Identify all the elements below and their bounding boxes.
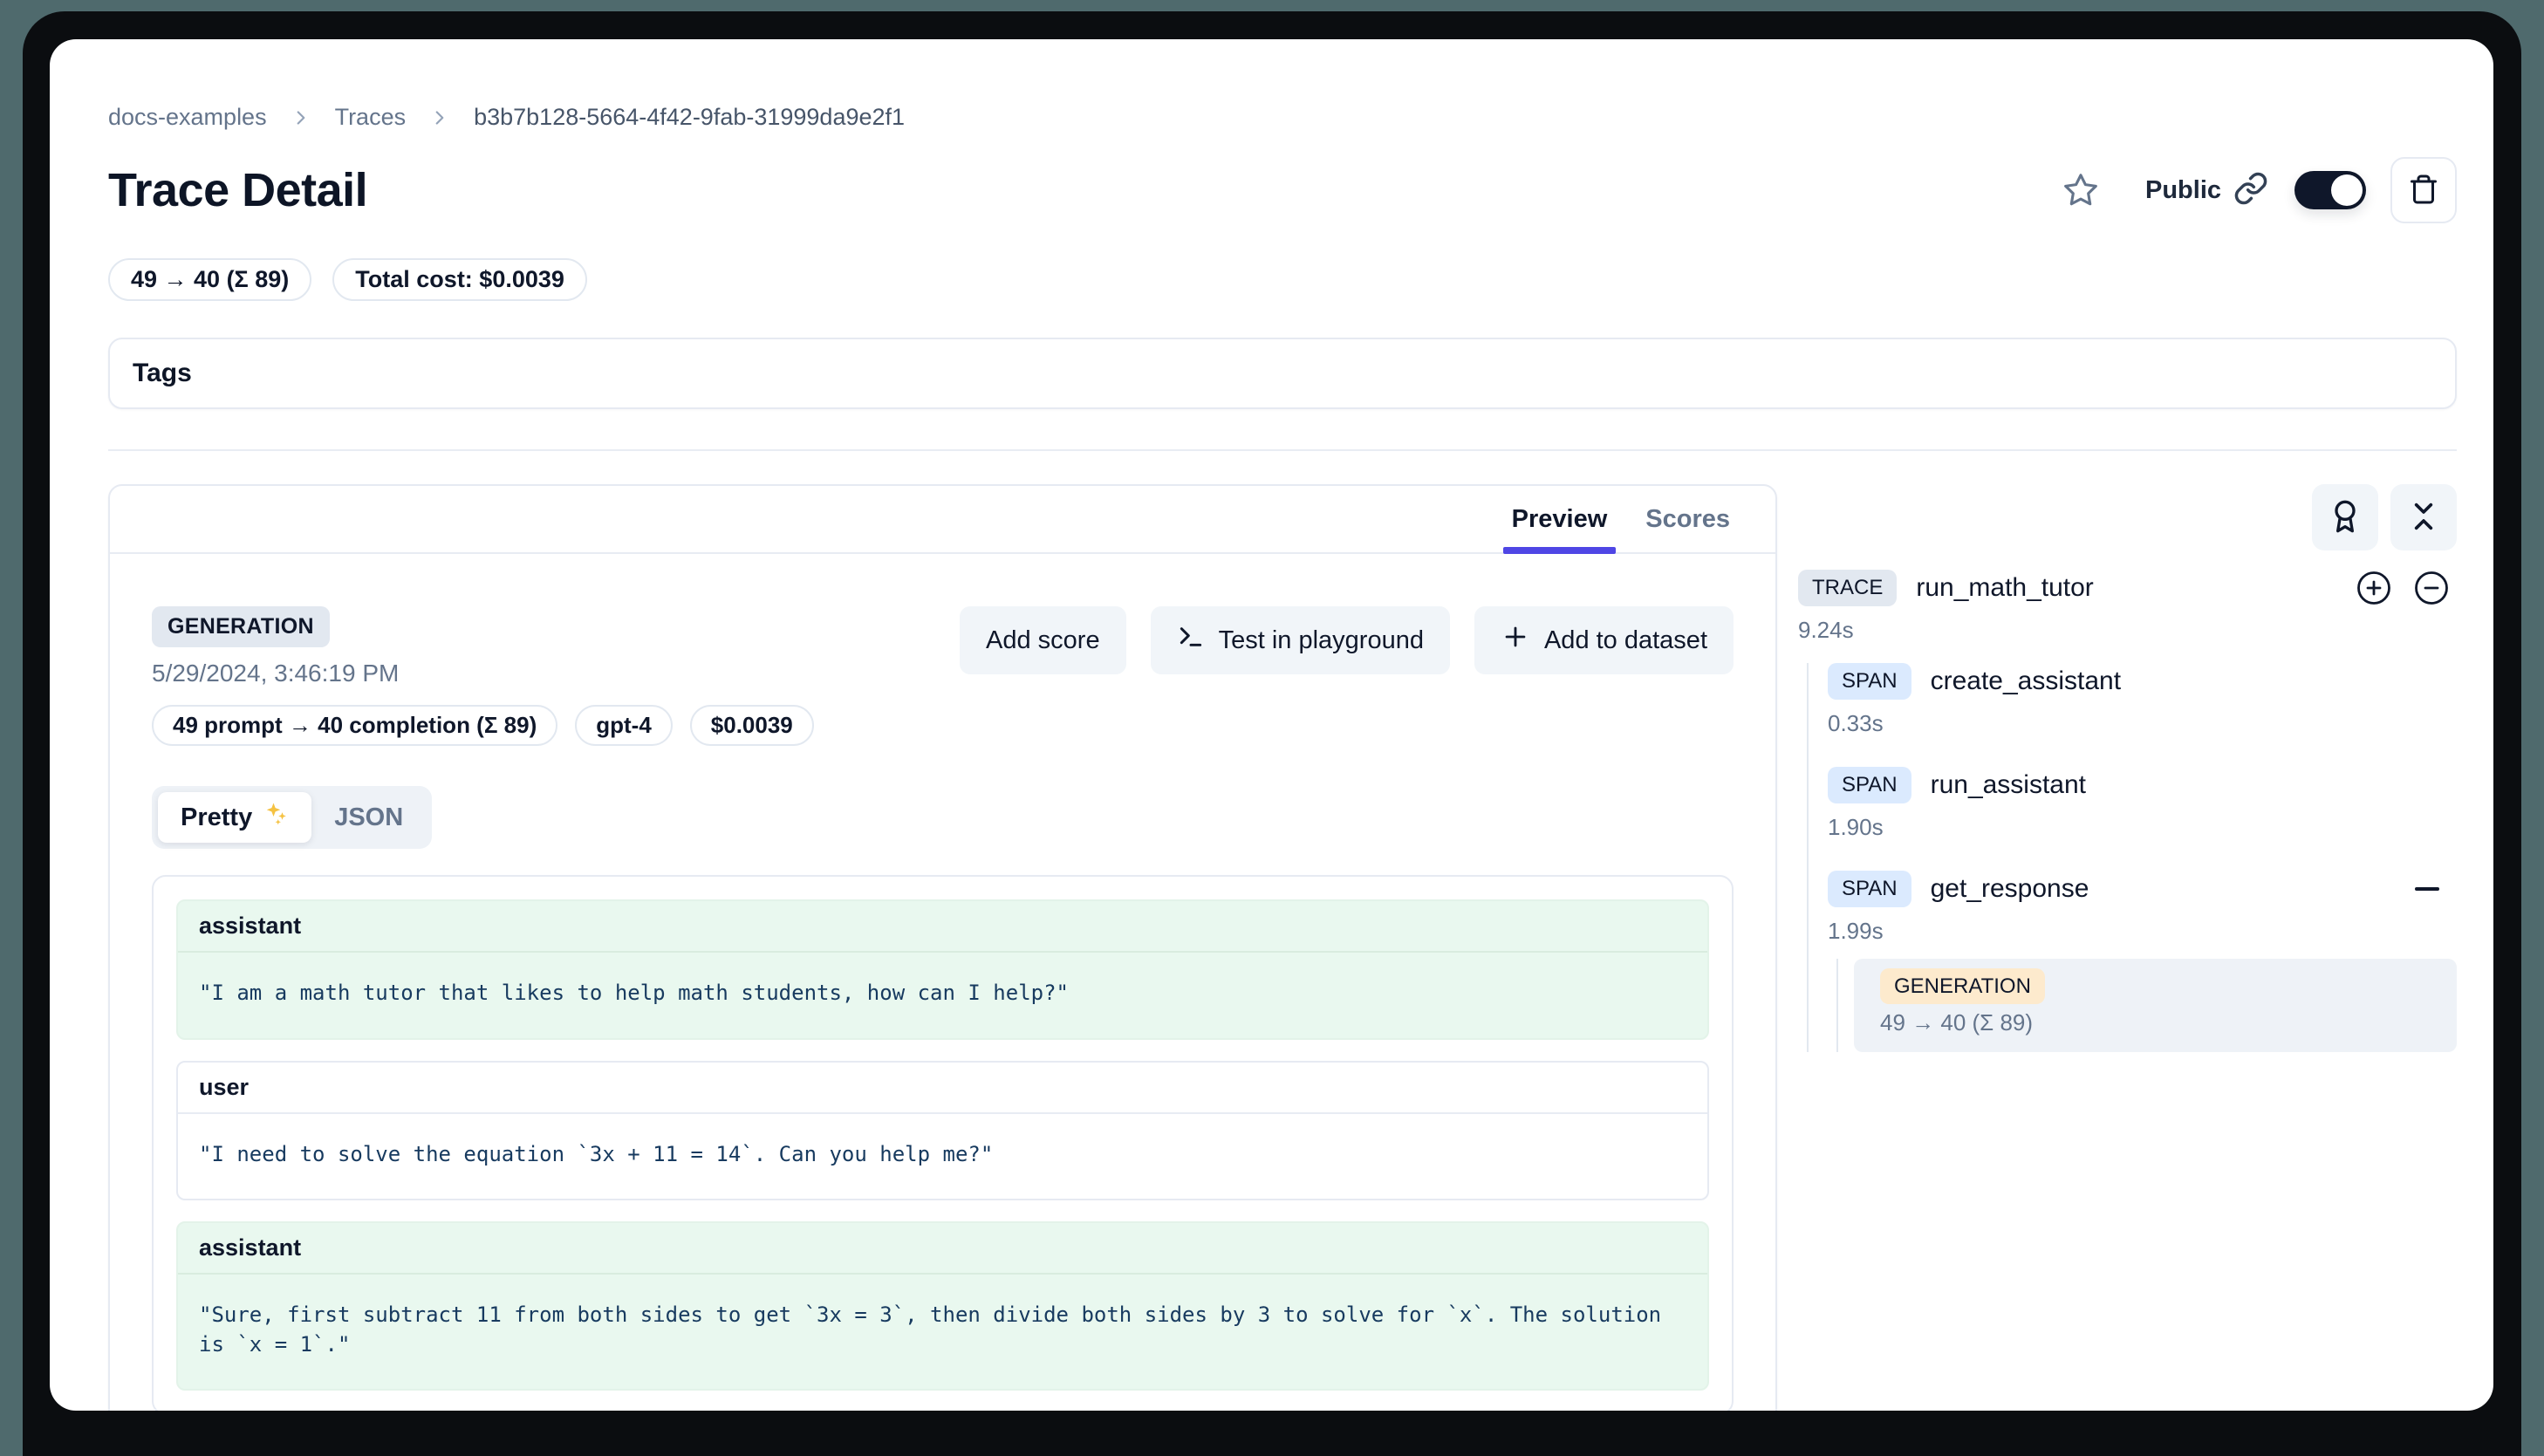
span-node: SPAN run_assistant 1.90s (1828, 767, 2457, 841)
award-icon (2328, 499, 2363, 537)
span-name: run_assistant (1931, 770, 2086, 800)
trash-icon (2408, 174, 2439, 208)
span-node: SPAN get_response 1.99s GENERATION (1828, 871, 2457, 1052)
section-divider (108, 449, 2457, 451)
chevron-right-icon (290, 106, 312, 129)
trace-detail-page: docs-examples Traces b3b7b128-5664-4f42-… (50, 39, 2493, 1411)
message-content: "I am a math tutor that likes to help ma… (178, 953, 1707, 1038)
span-node-row[interactable]: SPAN get_response (1828, 871, 2457, 907)
link-icon (2233, 171, 2268, 210)
trace-duration: 9.24s (1798, 617, 2457, 644)
annotate-button[interactable] (2312, 484, 2378, 550)
star-icon[interactable] (2062, 171, 2100, 209)
public-link[interactable]: Public (2145, 171, 2268, 210)
title-controls: Public (2062, 157, 2457, 223)
span-children: GENERATION 49 → 40 (Σ 89) (1836, 959, 2457, 1052)
trace-tree: TRACE run_math_tutor 9.24s (1798, 570, 2457, 1052)
view-toggle-pretty[interactable]: Pretty (158, 792, 311, 843)
add-score-button[interactable]: Add score (960, 606, 1126, 674)
public-label: Public (2145, 176, 2221, 205)
tab-preview[interactable]: Preview (1493, 486, 1627, 552)
view-toggle-json[interactable]: JSON (311, 795, 426, 841)
tab-scores[interactable]: Scores (1626, 486, 1749, 552)
page-title: Trace Detail (108, 163, 367, 217)
span-duration: 1.99s (1828, 918, 2457, 945)
plus-icon (1501, 622, 1530, 659)
observation-badge-row: 49 prompt → 40 completion (Σ 89) gpt-4 $… (152, 705, 814, 746)
observation-timestamp: 5/29/2024, 3:46:19 PM (152, 660, 814, 687)
message-role: user (178, 1063, 1707, 1114)
observation-meta: GENERATION 5/29/2024, 3:46:19 PM 49 prom… (152, 606, 814, 746)
message-assistant: assistant "I am a math tutor that likes … (176, 899, 1709, 1040)
toggle-knob (2331, 174, 2363, 206)
message-assistant: assistant "Sure, first subtract 11 from … (176, 1221, 1709, 1391)
generation-type-badge: GENERATION (1880, 968, 2045, 1004)
pretty-label: Pretty (181, 803, 252, 832)
generation-node-selected[interactable]: GENERATION 49 → 40 (Σ 89) (1854, 959, 2457, 1052)
view-toggle: Pretty JSON (152, 786, 432, 849)
message-content: "I need to solve the equation `3x + 11 =… (178, 1114, 1707, 1200)
add-to-dataset-label: Add to dataset (1544, 626, 1707, 655)
trace-type-badge: TRACE (1798, 570, 1897, 606)
span-name: get_response (1931, 874, 2089, 904)
trace-row-icons (2356, 570, 2457, 606)
chevron-right-icon (428, 106, 451, 129)
message-role: assistant (178, 901, 1707, 953)
card-header: Preview Scores (110, 486, 1775, 554)
span-node-row[interactable]: SPAN create_assistant (1828, 663, 2457, 700)
message-role: assistant (178, 1223, 1707, 1275)
trace-badge-row: 49 → 40 (Σ 89) Total cost: $0.0039 (108, 258, 2457, 301)
span-name: create_assistant (1931, 666, 2121, 696)
span-duration: 1.90s (1828, 814, 2457, 841)
usage-badge: 49 prompt → 40 completion (Σ 89) (152, 705, 557, 746)
collapse-node-icon[interactable] (2415, 887, 2439, 891)
add-score-label: Add score (986, 626, 1100, 655)
collapse-icon[interactable] (2413, 570, 2450, 606)
messages-container: assistant "I am a math tutor that likes … (152, 875, 1734, 1411)
public-toggle[interactable] (2294, 171, 2366, 209)
sidebar-toolbar (1798, 484, 2457, 550)
trace-cost-badge: Total cost: $0.0039 (332, 258, 587, 301)
trace-children: SPAN create_assistant 0.33s SPAN run_ass… (1807, 663, 2457, 1052)
breadcrumb-trace-id[interactable]: b3b7b128-5664-4f42-9fab-31999da9e2f1 (474, 104, 905, 131)
terminal-icon (1177, 623, 1205, 658)
tags-box[interactable]: Tags (108, 338, 2457, 409)
trace-node-row[interactable]: TRACE run_math_tutor (1798, 570, 2457, 606)
span-node: SPAN create_assistant 0.33s (1828, 663, 2457, 737)
breadcrumb-project[interactable]: docs-examples (108, 104, 267, 131)
test-in-playground-button[interactable]: Test in playground (1151, 606, 1450, 674)
sparkles-icon (263, 801, 289, 834)
span-node-row[interactable]: SPAN run_assistant (1828, 767, 2457, 803)
cost-badge: $0.0039 (690, 705, 814, 746)
delete-trace-button[interactable] (2390, 157, 2457, 223)
observation-header: GENERATION 5/29/2024, 3:46:19 PM 49 prom… (152, 606, 1734, 746)
fold-vertical-icon (2406, 499, 2441, 537)
span-type-badge: SPAN (1828, 871, 1911, 907)
message-content: "Sure, first subtract 11 from both sides… (178, 1275, 1707, 1389)
trace-token-badge: 49 → 40 (Σ 89) (108, 258, 311, 301)
span-duration: 0.33s (1828, 710, 2457, 737)
breadcrumb-traces[interactable]: Traces (335, 104, 407, 131)
desktop-background: docs-examples Traces b3b7b128-5664-4f42-… (0, 0, 2544, 1456)
span-type-badge: SPAN (1828, 767, 1911, 803)
model-badge[interactable]: gpt-4 (575, 705, 673, 746)
collapse-all-button[interactable] (2390, 484, 2457, 550)
observation-actions: Add score Test in playground (960, 606, 1734, 674)
observation-card: Preview Scores GENERATION 5/29/2024, 3:4… (108, 484, 1777, 1411)
span-type-badge: SPAN (1828, 663, 1911, 700)
expand-all-icon[interactable] (2356, 570, 2392, 606)
add-to-dataset-button[interactable]: Add to dataset (1474, 606, 1734, 674)
trace-tree-sidebar: TRACE run_math_tutor 9.24s (1798, 484, 2457, 1052)
title-row: Trace Detail Public (108, 157, 2457, 223)
observation-type-badge: GENERATION (152, 606, 330, 647)
test-in-playground-label: Test in playground (1219, 626, 1424, 655)
message-user: user "I need to solve the equation `3x +… (176, 1061, 1709, 1201)
span-row-icons (2415, 887, 2457, 891)
generation-usage: 49 → 40 (Σ 89) (1880, 1009, 2431, 1036)
breadcrumb: docs-examples Traces b3b7b128-5664-4f42-… (108, 104, 2457, 131)
card-body: GENERATION 5/29/2024, 3:46:19 PM 49 prom… (110, 554, 1775, 1411)
trace-name: run_math_tutor (1916, 573, 2093, 603)
tags-label: Tags (133, 359, 192, 388)
content-row: Preview Scores GENERATION 5/29/2024, 3:4… (108, 484, 2457, 1411)
